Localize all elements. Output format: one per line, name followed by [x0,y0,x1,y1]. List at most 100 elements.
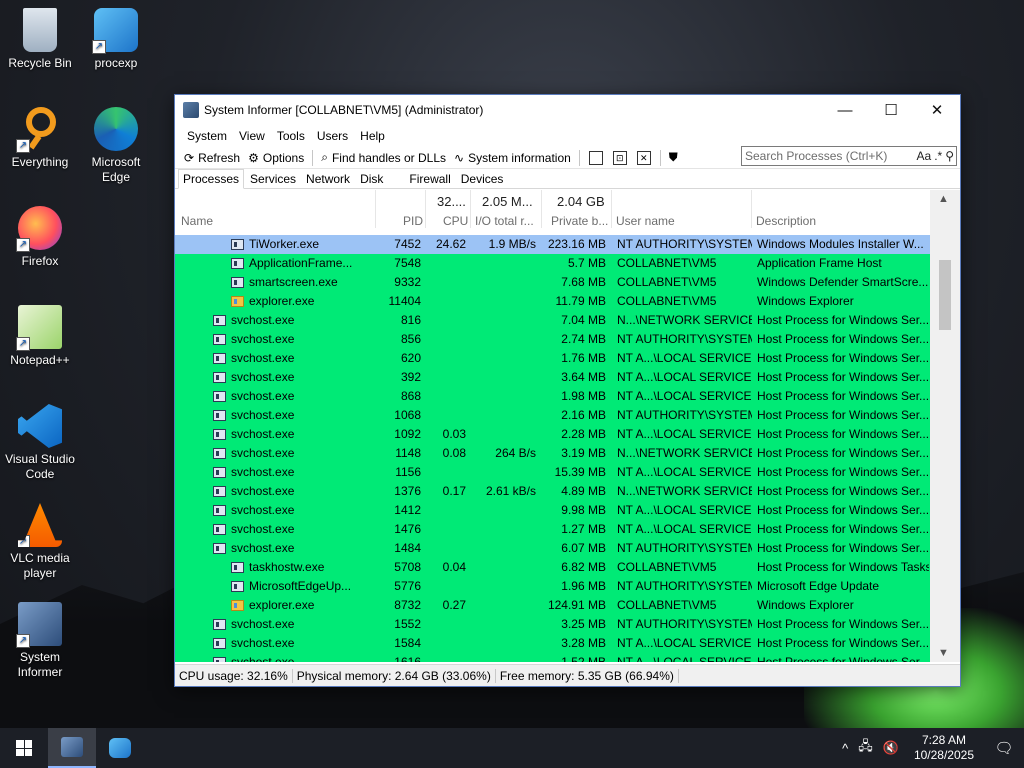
desktop-icon-notepadpp[interactable]: ↗ Notepad++ [0,305,80,368]
process-name: explorer.exe [249,294,315,308]
chevron-up-icon[interactable]: ^ [842,741,848,756]
process-row[interactable]: taskhostw.exe 5708 0.04 6.82 MB COLLABNET\VM… [175,558,931,577]
close-button[interactable]: ✕ [914,95,960,125]
private-total: 2.04 GB [557,194,605,209]
tab-processes[interactable]: Processes [178,169,245,189]
tab-network[interactable]: Network [302,170,354,188]
menu-help[interactable]: Help [354,129,391,143]
process-row[interactable]: smartscreen.exe 9332 7.68 MB COLLABNET\VM5 W… [175,273,931,292]
system-informer-icon: ↗ [16,602,62,648]
column-header-private-bytes[interactable]: Private b... [551,214,608,228]
tab-firewall[interactable]: Firewall [405,170,454,188]
speaker-muted-icon[interactable]: 🔇 [883,740,899,756]
system-information-button[interactable]: ∿ System information [450,148,575,168]
process-row[interactable]: svchost.exe 1068 2.16 MB NT AUTHORITY\SYSTE… [175,406,931,425]
minimize-button[interactable]: — [822,95,868,125]
menu-system[interactable]: System [181,129,233,143]
kill-window-icon[interactable]: ✕ [636,150,651,165]
process-row[interactable]: MicrosoftEdgeUp... 5776 1.96 MB NT AUTHORIT… [175,577,931,596]
menu-users[interactable]: Users [311,129,354,143]
column-divider[interactable] [375,190,376,228]
process-user-name: COLLABNET\VM5 [617,275,717,289]
desktop-icon-system-informer[interactable]: ↗ System Informer [0,602,80,680]
process-description: Host Process for Windows Ser... [757,522,929,536]
process-row[interactable]: svchost.exe 1412 9.98 MB NT A...\LOCAL SERV… [175,501,931,520]
firefox-icon: ↗ [16,206,62,252]
taskbar-system-informer[interactable] [48,728,96,768]
menu-view[interactable]: View [233,129,271,143]
process-description: Host Process for Windows Ser... [757,446,929,460]
match-case-toggle[interactable]: Aa [917,149,932,163]
network-icon[interactable]: 🖧 [858,737,873,759]
regex-toggle[interactable]: .* [934,149,942,163]
scroll-thumb[interactable] [939,260,951,330]
process-name: explorer.exe [249,598,315,612]
tab-services[interactable]: Services [246,170,300,188]
process-row[interactable]: svchost.exe 1156 15.39 MB NT A...\LOCAL SER… [175,463,931,482]
find-handles-button[interactable]: ⌕ Find handles or DLLs [317,148,450,168]
process-row[interactable]: svchost.exe 1552 3.25 MB NT AUTHORITY\SYSTE… [175,615,931,634]
scroll-down-arrow-icon[interactable]: ▼ [938,647,949,659]
process-row[interactable]: svchost.exe 856 2.74 MB NT AUTHORITY\SYSTEM… [175,330,931,349]
desktop-icon-edge[interactable]: Microsoft Edge [76,107,156,185]
process-private-bytes: 1.52 MB [561,655,606,662]
desktop-icon-vscode[interactable]: ↗ Visual Studio Code [0,404,80,482]
title-bar[interactable]: System Informer [COLLABNET\VM5] (Adminis… [175,95,960,125]
process-row[interactable]: svchost.exe 1148 0.08 264 B/s 3.19 MB N...\NE… [175,444,931,463]
menu-tools[interactable]: Tools [271,129,311,143]
notification-icon[interactable]: 🗨 [984,739,1024,757]
column-divider[interactable] [425,190,426,228]
process-row[interactable]: svchost.exe 1476 1.27 MB NT A...\LOCAL SERV… [175,520,931,539]
column-divider[interactable] [470,190,471,228]
start-button[interactable] [0,728,48,768]
tab-devices[interactable]: Devices [457,170,508,188]
desktop-icon-label: System Informer [17,650,63,679]
process-name-cell: svchost.exe [213,636,383,650]
process-row[interactable]: svchost.exe 620 1.76 MB NT A...\LOCAL SERVI… [175,349,931,368]
column-header-name[interactable]: Name [181,214,213,228]
window-icon[interactable] [588,150,603,165]
process-row[interactable]: svchost.exe 1616 1.52 MB NT A...\LOCAL SERV… [175,653,931,662]
column-header-user-name[interactable]: User name [616,214,675,228]
search-icon[interactable]: ⚲ [945,149,954,163]
column-header-cpu[interactable]: CPU [443,214,468,228]
column-divider[interactable] [611,190,612,228]
clock[interactable]: 7:28 AM 10/28/2025 [914,733,974,763]
process-row[interactable]: ⌄svchost.exe 1484 6.07 MB NT AUTHORITY\SYST… [175,539,931,558]
process-row[interactable]: explorer.exe 11404 11.79 MB COLLABNET\VM5 Wi… [175,292,931,311]
process-row[interactable]: svchost.exe 868 1.98 MB NT A...\LOCAL SERVI… [175,387,931,406]
process-row[interactable]: svchost.exe 1376 0.17 2.61 kB/s 4.89 MB N...\… [175,482,931,501]
column-header-description[interactable]: Description [756,214,816,228]
process-row[interactable]: TiWorker.exe 7452 24.62 1.9 MB/s 223.16 MB NT… [175,235,931,254]
maximize-button[interactable]: ☐ [868,95,914,125]
column-header-io[interactable]: I/O total r... [475,214,534,228]
desktop-icon-procexp[interactable]: ↗ procexp [76,8,156,71]
scroll-up-arrow-icon[interactable]: ▲ [938,193,949,205]
taskbar-procexp[interactable] [96,728,144,768]
tab-disk[interactable]: Disk [356,170,387,188]
search-processes-input[interactable]: Search Processes (Ctrl+K) Aa .* ⚲ [741,146,957,166]
process-list: TiWorker.exe 7452 24.62 1.9 MB/s 223.16 MB NT… [175,235,931,662]
desktop-icon-everything[interactable]: ↗ Everything [0,107,80,170]
vertical-scrollbar[interactable]: ▲ ▼ [930,190,960,662]
column-divider[interactable] [751,190,752,228]
process-row[interactable]: svchost.exe 1092 0.03 2.28 MB NT A...\LOCAL … [175,425,931,444]
find-window-icon[interactable]: ⊡ [612,150,627,165]
process-name-cell: svchost.exe [213,484,383,498]
desktop-icon-firefox[interactable]: ↗ Firefox [0,206,80,269]
desktop-icon-vlc[interactable]: ↗ VLC media player [0,503,80,581]
process-row[interactable]: explorer.exe 8732 0.27 124.91 MB COLLABNET\V… [175,596,931,615]
options-button[interactable]: ⚙ Options [244,148,308,168]
desktop-icon-recycle-bin[interactable]: Recycle Bin [0,8,80,71]
refresh-button[interactable]: ⟳ Refresh [180,148,244,168]
process-row[interactable]: svchost.exe 1584 3.28 MB NT A...\LOCAL SERV… [175,634,931,653]
process-description: Host Process for Windows Ser... [757,370,929,384]
process-row[interactable]: svchost.exe 392 3.64 MB NT A...\LOCAL SERVI… [175,368,931,387]
column-divider[interactable] [541,190,542,228]
column-header-pid[interactable]: PID [403,214,423,228]
shield-button[interactable]: ⛊ [665,148,686,168]
process-row[interactable]: ApplicationFrame... 7548 5.7 MB COLLABNET\V… [175,254,931,273]
process-row[interactable]: svchost.exe 816 7.04 MB N...\NETWORK SERVIC… [175,311,931,330]
vscode-icon: ↗ [18,404,62,448]
process-icon [213,466,226,478]
